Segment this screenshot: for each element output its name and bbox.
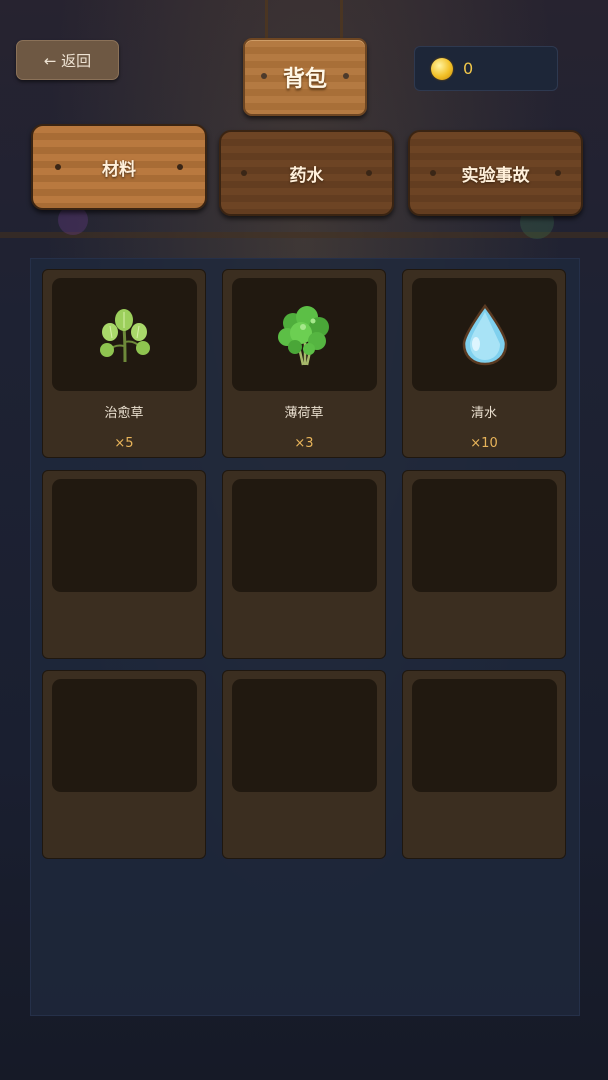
back-label: ← 返回 bbox=[43, 51, 92, 70]
item-name: 薄荷草 bbox=[284, 406, 324, 421]
slot-image bbox=[412, 278, 557, 391]
slot-image bbox=[232, 679, 377, 792]
inventory-slot-healing-herb[interactable]: 治愈草 ×5 bbox=[42, 269, 206, 458]
slot-image bbox=[232, 278, 377, 391]
page-title-sign: 背包 bbox=[243, 38, 367, 116]
inventory-slot-water[interactable]: 清水 ×10 bbox=[402, 269, 566, 458]
healing-herb-icon bbox=[99, 308, 150, 362]
item-count: ×5 bbox=[114, 436, 134, 451]
item-count: ×3 bbox=[294, 436, 314, 451]
tab-label: 药水 bbox=[289, 165, 324, 186]
back-button[interactable]: ← 返回 bbox=[16, 40, 119, 80]
slot-image bbox=[52, 278, 197, 391]
nail-decor bbox=[366, 170, 372, 176]
inventory-slot-empty[interactable] bbox=[402, 670, 566, 859]
inventory-slot-empty[interactable] bbox=[42, 670, 206, 859]
nail-decor bbox=[177, 164, 183, 170]
sign-rope bbox=[265, 0, 268, 42]
tab-label: 实验事故 bbox=[461, 165, 530, 186]
water-drop-icon bbox=[462, 303, 507, 365]
nail-decor bbox=[261, 73, 267, 79]
item-name: 清水 bbox=[470, 406, 497, 421]
sign-rope bbox=[340, 0, 343, 42]
nail-decor bbox=[430, 170, 436, 176]
inventory-slot-mint-herb[interactable]: 薄荷草 ×3 bbox=[222, 269, 386, 458]
coin-counter: 0 bbox=[414, 46, 558, 91]
inventory-slot-empty[interactable] bbox=[402, 470, 566, 659]
mint-herb-icon bbox=[277, 305, 329, 365]
item-name: 治愈草 bbox=[104, 406, 144, 421]
nail-decor bbox=[555, 170, 561, 176]
item-count: ×10 bbox=[470, 436, 498, 451]
nail-decor bbox=[241, 170, 247, 176]
tab-label: 材料 bbox=[102, 159, 136, 180]
tab-lab-accidents[interactable]: 实验事故 bbox=[408, 130, 583, 216]
slot-image bbox=[232, 479, 377, 592]
slot-image bbox=[412, 679, 557, 792]
nail-decor bbox=[343, 73, 349, 79]
inventory-slot-empty[interactable] bbox=[222, 670, 386, 859]
nail-decor bbox=[55, 164, 61, 170]
slot-image bbox=[52, 479, 197, 592]
slot-image bbox=[412, 479, 557, 592]
gold-coin-icon bbox=[431, 57, 453, 80]
inventory-slot-empty[interactable] bbox=[42, 470, 206, 659]
slot-image bbox=[52, 679, 197, 792]
tab-potions[interactable]: 药水 bbox=[219, 130, 394, 216]
coin-value: 0 bbox=[463, 59, 474, 78]
page-title: 背包 bbox=[282, 67, 327, 92]
shelf-decor bbox=[0, 232, 608, 238]
inventory-slot-empty[interactable] bbox=[222, 470, 386, 659]
tab-materials[interactable]: 材料 bbox=[31, 124, 207, 210]
